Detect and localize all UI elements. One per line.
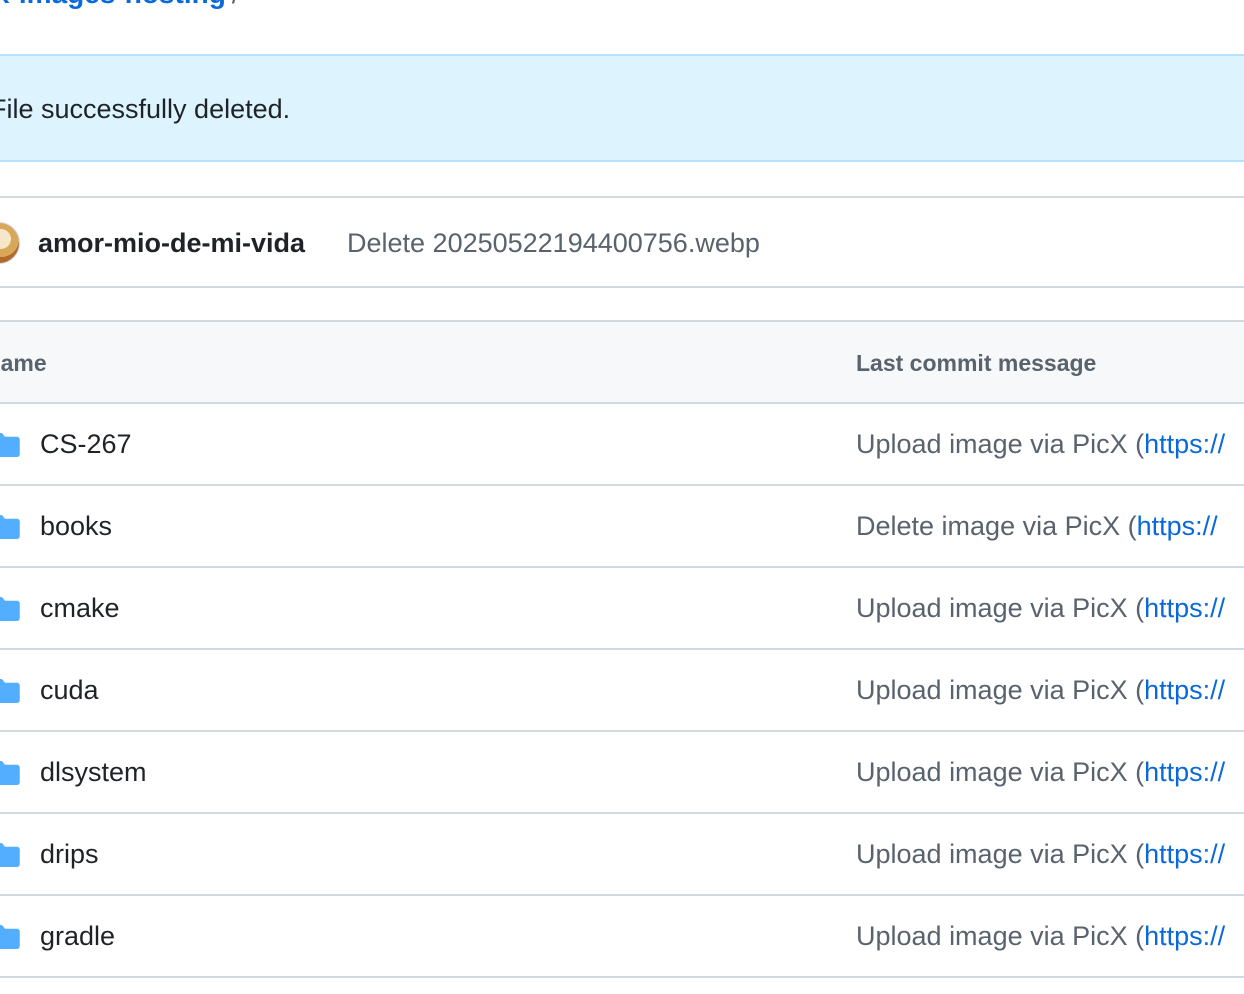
table-row[interactable]: dlsystem Upload image via PicX (https://: [0, 732, 1244, 814]
folder-icon: [0, 679, 20, 703]
table-header: Name Last commit message: [0, 322, 1244, 404]
folder-icon: [0, 761, 20, 785]
row-commit-message[interactable]: Upload image via PicX (https://: [856, 757, 1225, 788]
folder-icon: [0, 925, 20, 949]
table-row[interactable]: drips Upload image via PicX (https://: [0, 814, 1244, 896]
table-row[interactable]: cuda Upload image via PicX (https://: [0, 650, 1244, 732]
row-commit-message[interactable]: Upload image via PicX (https://: [856, 921, 1225, 952]
file-name-link[interactable]: gradle: [40, 921, 115, 952]
row-commit-message[interactable]: Upload image via PicX (https://: [856, 675, 1225, 706]
breadcrumb: x-images-hosting /: [0, 0, 240, 8]
file-name-link[interactable]: drips: [40, 839, 99, 870]
table-body: CS-267 Upload image via PicX (https:// b…: [0, 404, 1244, 978]
commit-url-link[interactable]: https://: [1137, 511, 1218, 541]
folder-icon: [0, 843, 20, 867]
row-commit-message[interactable]: Delete image via PicX (https://: [856, 511, 1218, 542]
file-name-link[interactable]: CS-267: [40, 429, 132, 460]
file-name-link[interactable]: cmake: [40, 593, 120, 624]
commit-message-link[interactable]: Delete 20250522194400756.webp: [347, 228, 760, 259]
commit-url-link[interactable]: https://: [1144, 429, 1225, 459]
flash-banner: File successfully deleted.: [0, 54, 1244, 162]
commit-author-link[interactable]: amor-mio-de-mi-vida: [38, 228, 305, 259]
page: x-images-hosting / File successfully dele…: [0, 0, 1244, 994]
flash-message: File successfully deleted.: [0, 94, 291, 124]
table-row[interactable]: books Delete image via PicX (https://: [0, 486, 1244, 568]
table-row[interactable]: cmake Upload image via PicX (https://: [0, 568, 1244, 650]
folder-icon: [0, 433, 20, 457]
table-row[interactable]: CS-267 Upload image via PicX (https://: [0, 404, 1244, 486]
commit-url-link[interactable]: https://: [1144, 839, 1225, 869]
breadcrumb-repo-link[interactable]: x-images-hosting: [0, 0, 226, 9]
folder-icon: [0, 597, 20, 621]
folder-icon: [0, 515, 20, 539]
row-commit-message[interactable]: Upload image via PicX (https://: [856, 429, 1225, 460]
latest-commit-bar: amor-mio-de-mi-vida Delete 2025052219440…: [0, 196, 1244, 288]
column-header-name: Name: [0, 350, 47, 376]
file-name-link[interactable]: dlsystem: [40, 757, 147, 788]
commit-url-link[interactable]: https://: [1144, 921, 1225, 951]
column-header-last-commit-message: Last commit message: [856, 350, 1097, 376]
file-name-link[interactable]: cuda: [40, 675, 99, 706]
breadcrumb-separator: /: [232, 0, 240, 9]
file-name-link[interactable]: books: [40, 511, 112, 542]
file-table: Name Last commit message CS-267 Upload i…: [0, 320, 1244, 978]
commit-url-link[interactable]: https://: [1144, 757, 1225, 787]
commit-url-link[interactable]: https://: [1144, 675, 1225, 705]
row-commit-message[interactable]: Upload image via PicX (https://: [856, 593, 1225, 624]
commit-url-link[interactable]: https://: [1144, 593, 1225, 623]
row-commit-message[interactable]: Upload image via PicX (https://: [856, 839, 1225, 870]
avatar[interactable]: [0, 222, 20, 264]
table-row[interactable]: gradle Upload image via PicX (https://: [0, 896, 1244, 978]
